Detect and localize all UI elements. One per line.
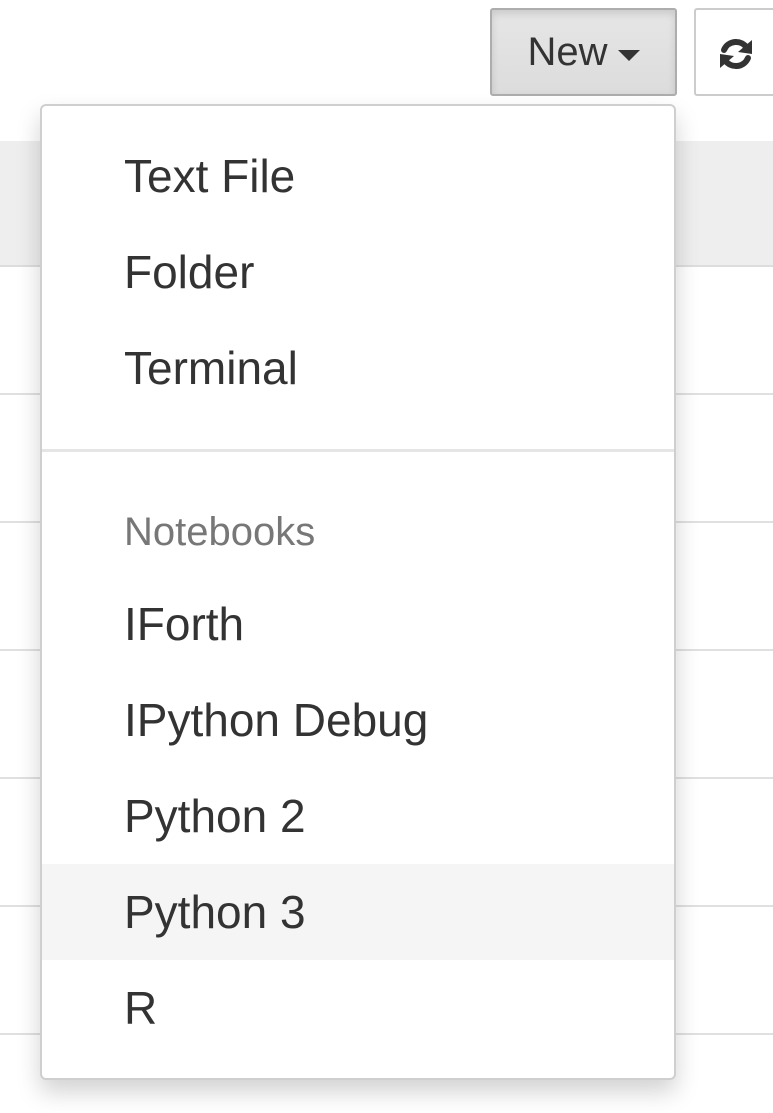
menu-item-python-2[interactable]: Python 2 xyxy=(42,768,674,864)
caret-down-icon xyxy=(617,49,640,61)
menu-item-terminal[interactable]: Terminal xyxy=(42,320,674,416)
menu-divider xyxy=(42,449,674,452)
new-dropdown-menu: Text File Folder Terminal Notebooks IFor… xyxy=(40,104,676,1080)
menu-item-python-3[interactable]: Python 3 xyxy=(42,864,674,960)
menu-item-r[interactable]: R xyxy=(42,960,674,1056)
menu-item-folder[interactable]: Folder xyxy=(42,224,674,320)
menu-item-text-file[interactable]: Text File xyxy=(42,128,674,224)
new-button[interactable]: New xyxy=(490,8,677,96)
menu-item-iforth[interactable]: IForth xyxy=(42,576,674,672)
refresh-button[interactable] xyxy=(694,8,773,96)
new-button-label: New xyxy=(527,29,608,74)
menu-item-ipython-debug[interactable]: IPython Debug xyxy=(42,672,674,768)
refresh-icon xyxy=(720,39,752,69)
menu-header-notebooks: Notebooks xyxy=(124,509,316,554)
